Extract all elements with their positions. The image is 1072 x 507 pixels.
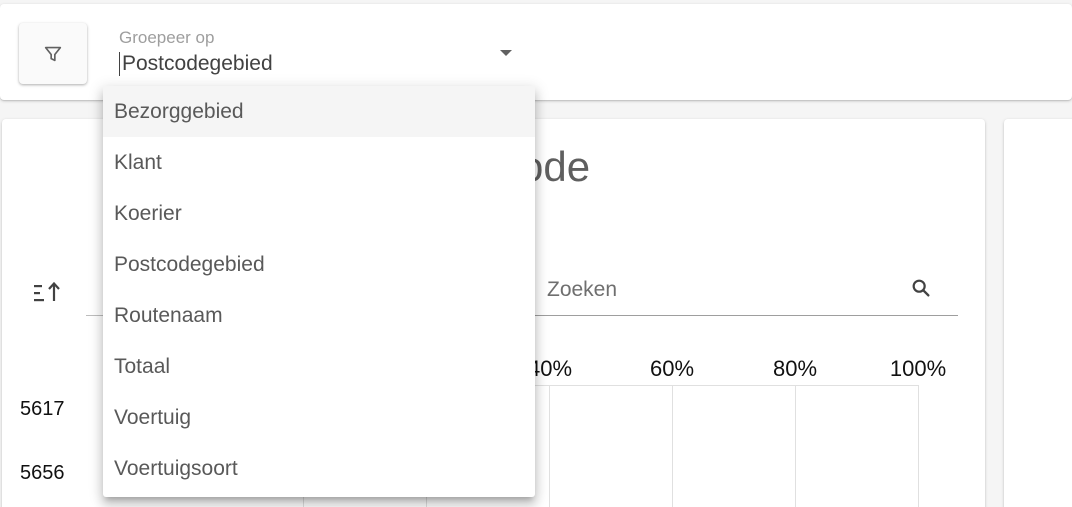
search-icon[interactable] [910, 277, 932, 299]
filter-button[interactable] [19, 23, 87, 84]
grid-line [795, 385, 796, 507]
row-label: 5656 [20, 462, 65, 484]
axis-tick-80: 80% [772, 356, 818, 381]
menu-item-voertuig[interactable]: Voertuig [103, 392, 535, 443]
menu-item-voertuigsoort[interactable]: Voertuigsoort [103, 443, 535, 494]
menu-item-postcodegebied[interactable]: Postcodegebied [103, 239, 535, 290]
axis-tick-100: 100% [889, 356, 947, 381]
group-by-label: Groepeer op [119, 28, 215, 47]
row-label: 5617 [20, 398, 65, 420]
group-by-dropdown-menu: Bezorggebied Klant Koerier Postcodegebie… [103, 86, 535, 497]
caret-down-icon[interactable] [500, 50, 512, 56]
search-input[interactable] [532, 275, 892, 305]
menu-item-routenaam[interactable]: Routenaam [103, 290, 535, 341]
grid-line [549, 385, 550, 507]
filter-icon [44, 46, 62, 61]
grid-line [672, 385, 673, 507]
group-by-select[interactable]: Groepeer op Postcodegebied [116, 24, 534, 90]
axis-tick-60: 60% [649, 356, 695, 381]
side-card [1004, 119, 1072, 507]
sort-ascending-icon [34, 281, 60, 302]
menu-item-bezorggebied[interactable]: Bezorggebied [103, 86, 535, 137]
grid-line [918, 385, 919, 507]
search-field[interactable] [532, 265, 958, 316]
menu-item-klant[interactable]: Klant [103, 137, 535, 188]
group-by-value[interactable]: Postcodegebied [119, 52, 273, 76]
menu-item-totaal[interactable]: Totaal [103, 341, 535, 392]
menu-item-koerier[interactable]: Koerier [103, 188, 535, 239]
sort-button[interactable] [32, 279, 66, 307]
